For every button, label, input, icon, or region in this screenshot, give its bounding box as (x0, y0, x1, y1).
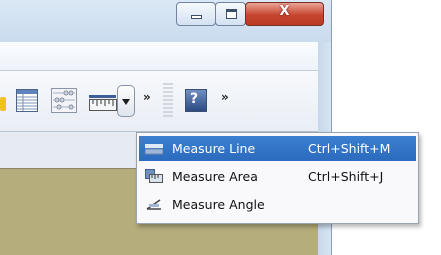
chevron-down-icon (122, 99, 130, 105)
menu-bar-area (0, 42, 318, 71)
menu-item-shortcut: Ctrl+Shift+M (308, 141, 391, 156)
toolbar-overflow-chevron[interactable]: » (143, 90, 157, 110)
maximize-button[interactable] (215, 2, 246, 26)
menu-item-measure-line[interactable]: Measure Line Ctrl+Shift+M (139, 136, 416, 161)
minimize-icon (191, 15, 202, 19)
toolbar-separator (163, 83, 173, 119)
toolbar: » ? » (0, 71, 318, 132)
measure-dropdown-menu: Measure Line Ctrl+Shift+M Measure Area C… (136, 132, 419, 224)
menu-item-measure-angle[interactable]: Measure Angle (139, 192, 416, 217)
help-icon[interactable]: ? (185, 89, 207, 112)
help-glyph: ? (190, 91, 199, 107)
toolbar-overflow-chevron-2[interactable]: » (221, 90, 235, 110)
ruler-icon[interactable] (88, 91, 118, 113)
measure-angle-icon (145, 197, 163, 212)
close-button[interactable]: X (245, 2, 324, 26)
menu-item-label: Measure Line (172, 141, 256, 156)
menu-item-label: Measure Angle (172, 197, 265, 212)
minimize-button[interactable] (176, 2, 216, 26)
caption-buttons: X (176, 2, 326, 28)
folder-icon[interactable] (0, 97, 6, 111)
menu-item-shortcut: Ctrl+Shift+J (308, 169, 384, 184)
calculator-icon[interactable] (51, 88, 77, 113)
close-icon: X (279, 4, 290, 19)
measure-dropdown-button[interactable] (117, 85, 135, 117)
table-icon[interactable] (16, 89, 38, 112)
maximize-icon (226, 9, 237, 19)
measure-line-icon (144, 141, 164, 156)
menu-item-label: Measure Area (172, 169, 258, 184)
measure-area-icon (145, 169, 163, 184)
title-bar: X (0, 0, 331, 42)
menu-item-measure-area[interactable]: Measure Area Ctrl+Shift+J (139, 164, 416, 189)
